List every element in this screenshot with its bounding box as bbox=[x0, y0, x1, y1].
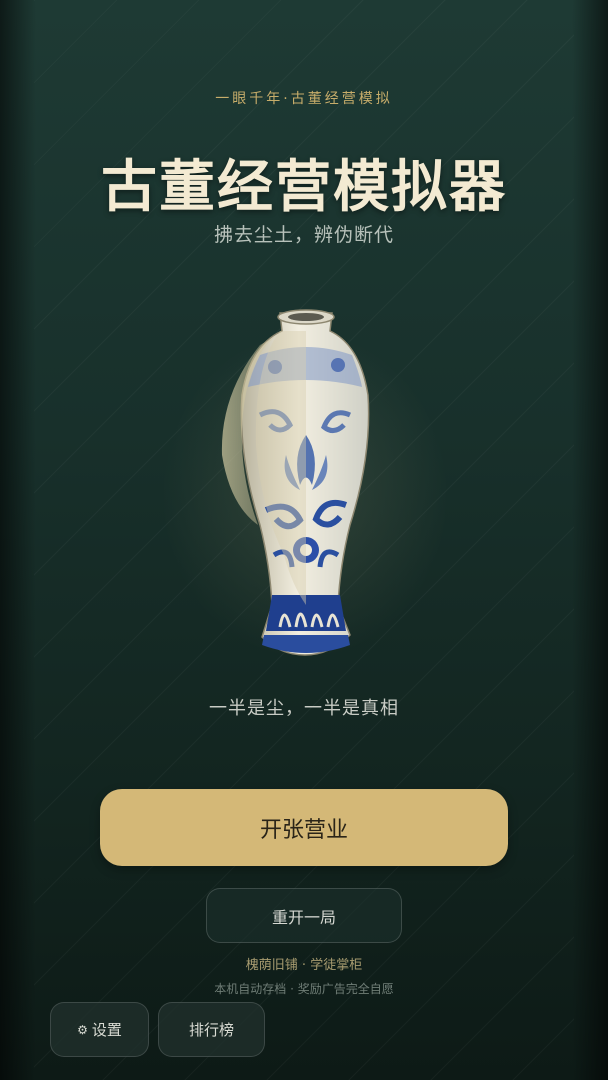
vase-icon bbox=[221, 309, 370, 656]
tagline: 一眼千年·古董经营模拟 bbox=[215, 91, 393, 107]
subtitle: 拂去尘土，辨伪断代 bbox=[213, 224, 394, 246]
leaderboard-button[interactable]: 排行榜 bbox=[158, 1002, 265, 1057]
hero-caption: 一半是尘，一半是真相 bbox=[209, 698, 399, 719]
settings-label: 设置 bbox=[91, 1021, 122, 1039]
gear-icon: ⚙ bbox=[77, 1022, 88, 1037]
open-shop-button[interactable]: 开张营业 bbox=[100, 789, 508, 866]
shop-status: 槐荫旧铺 · 学徒掌柜 bbox=[245, 958, 363, 973]
game-title: 古董经营模拟器 bbox=[101, 154, 507, 220]
settings-button[interactable]: ⚙ 设置 bbox=[50, 1002, 149, 1057]
restart-button[interactable]: 重开一局 bbox=[206, 888, 402, 943]
save-note: 本机自动存档 · 奖励广告完全自愿 bbox=[214, 982, 394, 996]
